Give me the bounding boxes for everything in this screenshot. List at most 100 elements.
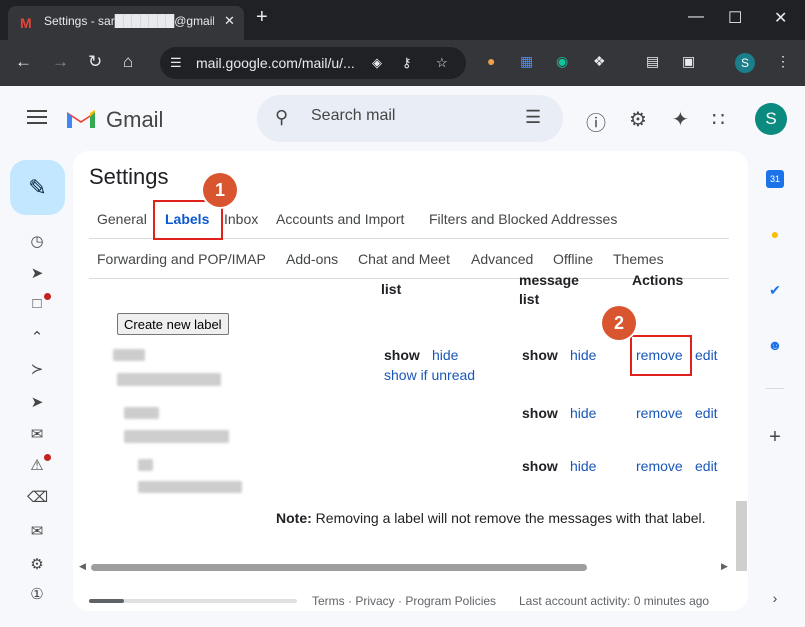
browser-profile-avatar[interactable]: S (735, 53, 755, 73)
pencil-icon: ✎ (28, 175, 47, 200)
tab-forwarding[interactable]: Forwarding and POP/IMAP (97, 251, 266, 267)
important-icon[interactable]: ≻ (27, 360, 47, 378)
horizontal-scrollbar[interactable]: ◀ ▶ (79, 561, 729, 573)
search-icon[interactable]: ⚲ (275, 107, 288, 128)
tab-accounts-import[interactable]: Accounts and Import (276, 211, 404, 227)
manage-subscriptions-icon[interactable]: ✉ (27, 522, 47, 540)
address-bar[interactable]: ☰ mail.google.com/mail/u/... ◈ ⚷ ☆ (160, 47, 466, 79)
forward-icon[interactable]: → (52, 52, 69, 72)
account-avatar[interactable]: S (755, 103, 787, 135)
message-list-show[interactable]: show (522, 347, 558, 363)
sent-icon[interactable]: ➤ (27, 264, 47, 282)
tab-advanced[interactable]: Advanced (471, 251, 533, 267)
edit-label-link[interactable]: edit (695, 347, 718, 363)
extensions-puzzle-icon[interactable]: ❖ (593, 53, 606, 70)
remove-label-link[interactable]: remove (636, 405, 683, 421)
last-account-activity[interactable]: Last account activity: 0 minutes ago (519, 594, 709, 608)
gemini-sparkle-icon[interactable]: ✦ (672, 107, 689, 132)
home-icon[interactable]: ⌂ (123, 52, 133, 72)
trash-icon[interactable]: ⌫ (27, 488, 48, 506)
keep-app-icon[interactable]: ● (766, 226, 784, 244)
remove-label-link[interactable]: remove (636, 458, 683, 474)
browser-titlebar: M Settings - sar███████@gmail.c ✕ + — ☐ … (0, 0, 805, 40)
footer-links[interactable]: Terms · Privacy · Program Policies (312, 594, 496, 608)
gmail-wordmark[interactable]: Gmail (106, 107, 163, 133)
browser-menu-icon[interactable]: ⋮ (776, 53, 790, 70)
less-chevron-up-icon[interactable]: ⌃ (27, 328, 47, 346)
message-list-show[interactable]: show (522, 405, 558, 421)
main-menu-icon[interactable] (27, 110, 47, 128)
edit-label-link[interactable]: edit (695, 458, 718, 474)
all-mail-icon[interactable]: ✉ (27, 425, 47, 443)
url-text[interactable]: mail.google.com/mail/u/... (196, 55, 355, 71)
step-1-badge: 1 (203, 173, 237, 207)
scheduled-icon[interactable]: ➤ (27, 393, 47, 411)
remove-link-highlight (630, 335, 692, 376)
manage-labels-icon[interactable]: ⚙ (27, 555, 47, 573)
drafts-dot (44, 293, 51, 300)
show-if-unread-link[interactable]: show if unread (384, 367, 475, 383)
edit-label-link[interactable]: edit (695, 405, 718, 421)
tab-general[interactable]: General (97, 211, 147, 227)
tab-filters[interactable]: Filters and Blocked Addresses (429, 211, 617, 227)
search-input[interactable] (311, 107, 511, 125)
reload-icon[interactable]: ↻ (88, 52, 102, 72)
bookmark-star-icon[interactable]: ☆ (436, 55, 448, 71)
search-tab-icon[interactable]: ▣ (682, 53, 695, 70)
calendar-app-icon[interactable]: 31 (766, 170, 784, 188)
message-list-hide-link[interactable]: hide (570, 347, 596, 363)
browser-tab[interactable]: M Settings - sar███████@gmail.c ✕ (8, 6, 244, 40)
message-list-hide-link[interactable]: hide (570, 458, 596, 474)
close-window-icon[interactable]: ✕ (774, 8, 787, 28)
column-header-message-list: list (519, 291, 540, 307)
install-app-icon[interactable]: ◈ (372, 55, 382, 71)
create-new-label-button[interactable]: Create new label (117, 313, 229, 335)
snoozed-clock-icon[interactable]: ◷ (27, 232, 47, 250)
note-label: Note: (276, 510, 312, 526)
expand-side-panel-icon[interactable]: › (766, 590, 784, 608)
message-list-hide-link[interactable]: hide (570, 405, 596, 421)
search-options-icon[interactable]: ☰ (525, 107, 541, 128)
labels-tab-highlight (153, 200, 223, 240)
get-addons-plus-icon[interactable]: + (766, 426, 784, 448)
grammarly-extension-icon[interactable]: ◉ (556, 53, 568, 70)
tab-offline[interactable]: Offline (553, 251, 593, 267)
storage-usage-bar (89, 599, 297, 603)
tab-addons[interactable]: Add-ons (286, 251, 338, 267)
apps-grid-icon[interactable]: ∷ (712, 107, 725, 132)
tab-chat-meet[interactable]: Chat and Meet (358, 251, 450, 267)
label-name-blurred (113, 349, 145, 361)
minimize-icon[interactable]: — (688, 8, 704, 26)
back-icon[interactable]: ← (15, 52, 32, 72)
maximize-icon[interactable]: ☐ (728, 8, 742, 28)
note-text: Removing a label will not remove the mes… (311, 510, 706, 526)
vertical-scrollbar[interactable] (736, 501, 747, 571)
extension-1-icon[interactable]: ● (487, 53, 495, 69)
help-icon[interactable]: ⓘ (586, 107, 606, 136)
labels-note: Note: Removing a label will not remove t… (276, 510, 706, 526)
site-info-icon[interactable]: ☰ (170, 55, 182, 71)
reading-mode-icon[interactable]: ▤ (646, 53, 659, 70)
label-count-blurred (124, 430, 229, 443)
settings-gear-icon[interactable]: ⚙ (629, 107, 647, 132)
translate-extension-icon[interactable]: ▦ (520, 53, 533, 70)
search-bar[interactable]: ⚲ ☰ (257, 95, 563, 142)
compose-button[interactable]: ✎ (10, 160, 65, 215)
tab-close-icon[interactable]: ✕ (224, 13, 235, 29)
label-list-show[interactable]: show (384, 347, 420, 363)
tab-title: Settings - sar███████@gmail.c (44, 14, 214, 28)
scroll-right-arrow-icon[interactable]: ▶ (721, 561, 728, 572)
contacts-app-icon[interactable]: ☻ (766, 337, 784, 355)
label-name-blurred (138, 459, 153, 471)
scroll-left-arrow-icon[interactable]: ◀ (79, 561, 86, 572)
label-list-hide-link[interactable]: hide (432, 347, 458, 363)
horizontal-scrollbar-thumb[interactable] (91, 564, 587, 571)
password-key-icon[interactable]: ⚷ (402, 55, 412, 71)
tab-inbox[interactable]: Inbox (224, 211, 258, 227)
tab-themes[interactable]: Themes (613, 251, 664, 267)
message-list-show[interactable]: show (522, 458, 558, 474)
tasks-app-icon[interactable]: ✔ (766, 282, 784, 300)
new-tab-button[interactable]: + (256, 7, 268, 27)
gmail-logo-icon[interactable] (65, 106, 97, 130)
info-circle-icon[interactable]: ① (27, 585, 47, 603)
